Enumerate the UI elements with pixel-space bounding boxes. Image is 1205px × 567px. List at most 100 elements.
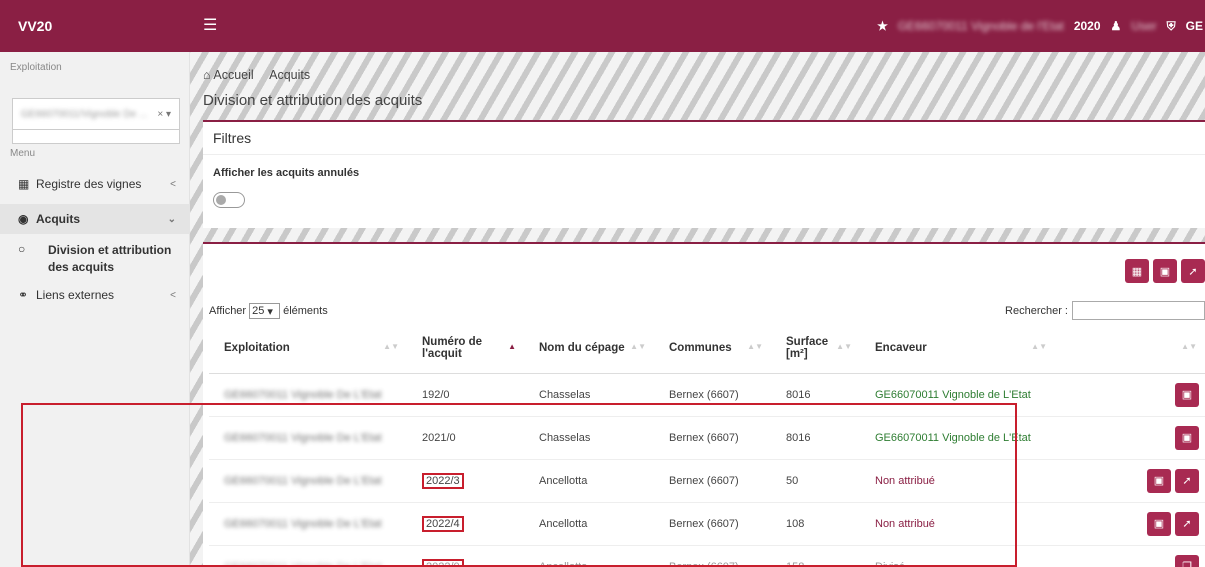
sort-icon: ▲▼	[747, 342, 763, 351]
cell-actions: ▣ ➚	[1055, 502, 1205, 546]
sidebar: Exploitation GE66070011/Vignoble De ... …	[0, 52, 190, 567]
cell-numero: 2021/0	[407, 416, 524, 460]
cell-commune: Bernex (6607)	[654, 502, 771, 546]
year-selector[interactable]: 2020	[1074, 19, 1101, 33]
link-icon: ⚭	[18, 288, 29, 302]
table-row: GE66070011 Vignoble De L'Etat 2022/3 Anc…	[209, 459, 1205, 503]
page-length-select[interactable]: 25 ▾	[249, 303, 281, 319]
sort-asc-icon: ▲	[508, 342, 516, 351]
export-buttons: ▦ ▣ ➚	[1125, 259, 1205, 283]
cell-surface: 158	[771, 545, 860, 567]
shield-icon[interactable]: ⛨	[1167, 19, 1176, 34]
cell-actions: ▣	[1055, 373, 1205, 417]
col-actions: ▲▼	[1055, 324, 1205, 374]
acquits-table: Exploitation ▲▼ Numéro de l'acquit ▲ Nom du…	[209, 324, 1205, 567]
select-dropdown-area	[12, 130, 180, 144]
current-exploitation[interactable]: GE66070011 Vignoble de l'Etat	[898, 19, 1064, 33]
page-length-prefix: Afficher	[209, 305, 247, 317]
cell-encaveur: Non attribué	[860, 459, 1055, 503]
search-input[interactable]	[1072, 301, 1205, 320]
home-icon[interactable]: ⌂	[203, 68, 211, 82]
sort-icon: ▲▼	[630, 342, 646, 351]
highlighted-numero: 2022/0	[422, 558, 464, 567]
sidebar-item-liens[interactable]: ⚭ Liens externes <	[0, 280, 190, 310]
cell-exploitation: GE66070011 Vignoble De L'Etat	[209, 373, 407, 417]
cell-cepage: Ancellotta	[524, 545, 654, 567]
cell-exploitation: GE66070011 Vignoble De L'Etat	[209, 545, 407, 567]
star-icon[interactable]: ★	[877, 19, 888, 33]
cell-numero: 192/0	[407, 373, 524, 417]
filters-card: Filtres Afficher les acquits annulés	[203, 120, 1205, 228]
export-pdf-button[interactable]: ▣	[1153, 259, 1177, 283]
cell-exploitation: GE66070011 Vignoble De L'Etat	[209, 416, 407, 460]
cell-cepage: Chasselas	[524, 416, 654, 460]
col-cepage-label: Nom du cépage	[539, 342, 625, 355]
col-cepage[interactable]: Nom du cépage ▲▼	[524, 324, 654, 374]
exploitation-label: Exploitation	[10, 62, 62, 73]
cell-numero: 2022/0	[407, 545, 524, 567]
col-exploitation[interactable]: Exploitation ▲▼	[209, 324, 407, 374]
cell-surface: 8016	[771, 373, 860, 417]
sort-icon: ▲▼	[1031, 342, 1047, 351]
col-communes[interactable]: Communes ▲▼	[654, 324, 771, 374]
pdf-button[interactable]: ▣	[1147, 468, 1171, 493]
toggle-label: Afficher les acquits annulés	[213, 167, 360, 179]
navbar-right: ★ GE66070011 Vignoble de l'Etat 2020 ♟ U…	[877, 0, 1205, 52]
highlighted-numero: 2022/3	[422, 472, 464, 489]
export-excel-button[interactable]: ▦	[1125, 259, 1149, 283]
col-exploitation-label: Exploitation	[224, 342, 290, 355]
table-row: GE66070011 Vignoble De L'Etat 2022/4 Anc…	[209, 502, 1205, 546]
pdf-button[interactable]: ▣	[1175, 382, 1199, 407]
user-name[interactable]: User	[1131, 19, 1156, 33]
acquits-table-card: ▦ ▣ ➚ Afficher 25 ▾ éléments Rechercher …	[203, 242, 1205, 567]
chevron-left-icon: <	[170, 289, 176, 301]
sort-icon: ▲▼	[836, 342, 852, 351]
main-content: ⌂ Accueil Acquits Division et attributio…	[190, 52, 1205, 567]
exploitation-select-value: GE66070011/Vignoble De ...	[21, 108, 148, 120]
sidebar-item-label: Liens externes	[36, 288, 115, 302]
sidebar-item-acquits[interactable]: ◉ Acquits ⌄	[0, 204, 190, 234]
cell-numero: 2022/4	[407, 502, 524, 546]
cell-encaveur: Divisé	[860, 545, 1055, 567]
account-label[interactable]: GE	[1186, 19, 1203, 33]
chevron-down-icon: ⌄	[167, 213, 176, 225]
cell-encaveur[interactable]: GE66070011 Vignoble de L'Etat	[860, 416, 1055, 460]
top-navbar: VV20 ☰ ★ GE66070011 Vignoble de l'Etat 2…	[0, 0, 1205, 52]
sidebar-item-division[interactable]: ○ Division et attribution des acquits	[0, 242, 190, 276]
breadcrumb-home[interactable]: Accueil	[213, 68, 253, 82]
copy-button[interactable]: ❐	[1175, 554, 1199, 567]
cell-surface: 50	[771, 459, 860, 503]
table-row: GE66070011 Vignoble De L'Etat 2021/0 Cha…	[209, 416, 1205, 460]
pdf-button[interactable]: ▣	[1175, 425, 1199, 450]
cell-cepage: Chasselas	[524, 373, 654, 417]
col-encaveur-label: Encaveur	[875, 342, 927, 355]
search-label: Rechercher :	[1005, 304, 1068, 317]
page-length-suffix: éléments	[283, 305, 328, 317]
cell-commune: Bernex (6607)	[654, 373, 771, 417]
table-row: GE66070011 Vignoble De L'Etat 2022/0 Anc…	[209, 545, 1205, 567]
show-cancelled-toggle[interactable]	[213, 192, 245, 208]
share-button[interactable]: ➚	[1181, 259, 1205, 283]
sidebar-item-registre[interactable]: ▦ Registre des vignes <	[0, 169, 190, 199]
menu-toggle-icon[interactable]: ☰	[203, 0, 217, 52]
highlighted-numero: 2022/4	[422, 515, 464, 532]
col-surface-line1: Surface	[786, 336, 829, 349]
assign-button[interactable]: ➚	[1175, 468, 1199, 493]
exploitation-select[interactable]: GE66070011/Vignoble De ... × ▾	[12, 98, 180, 130]
cell-exploitation: GE66070011 Vignoble De L'Etat	[209, 502, 407, 546]
cell-exploitation: GE66070011 Vignoble De L'Etat	[209, 459, 407, 503]
user-icon[interactable]: ♟	[1111, 19, 1122, 33]
cell-commune: Bernex (6607)	[654, 545, 771, 567]
col-encaveur[interactable]: Encaveur ▲▼	[860, 324, 1055, 374]
sidebar-item-label: Registre des vignes	[36, 177, 142, 191]
pdf-button[interactable]: ▣	[1147, 511, 1171, 536]
sort-icon: ▲▼	[383, 342, 399, 351]
cell-encaveur[interactable]: GE66070011 Vignoble de L'Etat	[860, 373, 1055, 417]
assign-button[interactable]: ➚	[1175, 511, 1199, 536]
brand-logo[interactable]: VV20	[18, 0, 52, 52]
col-surface[interactable]: Surface [m²] ▲▼	[771, 324, 860, 374]
circle-icon: ○	[18, 242, 26, 256]
clear-select-icon[interactable]: × ▾	[157, 109, 171, 120]
col-numero[interactable]: Numéro de l'acquit ▲	[407, 324, 524, 374]
cell-encaveur: Non attribué	[860, 502, 1055, 546]
